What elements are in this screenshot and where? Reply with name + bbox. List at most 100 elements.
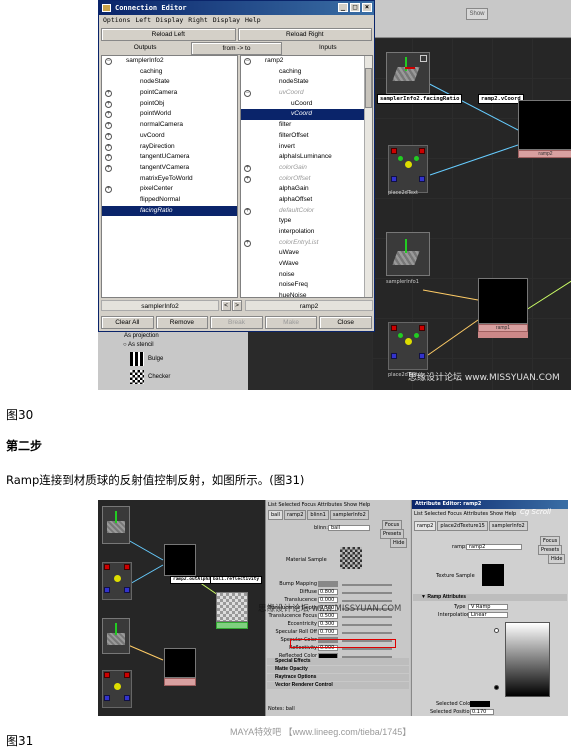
right-item[interactable]: alphaGain (241, 184, 372, 195)
tab-samplerinfo2[interactable]: samplerInfo2 (329, 510, 369, 520)
collapsible-section[interactable]: Vector Renderer Control (267, 682, 409, 689)
interpolation-dropdown[interactable]: Linear (468, 612, 508, 618)
menu-right-display[interactable]: Right Display (188, 16, 240, 24)
attribute-slider[interactable] (342, 632, 392, 634)
collapse-icon[interactable]: − (244, 58, 251, 65)
collapsible-section[interactable]: Special Effects (267, 658, 409, 665)
scroll-left-button[interactable]: < (221, 300, 231, 311)
ramp-name-field[interactable]: ramp2 (466, 544, 522, 550)
expand-icon[interactable]: + (244, 207, 251, 215)
left-item[interactable]: flippedNormal (102, 195, 237, 206)
left-item[interactable]: + pixelCenter (102, 184, 237, 195)
expand-icon[interactable]: + (244, 175, 251, 183)
clear-all-button[interactable]: Clear All (101, 316, 154, 329)
right-item[interactable]: filterOffset (241, 131, 372, 142)
expand-icon[interactable]: + (244, 164, 251, 172)
ramp-color-handle[interactable] (494, 685, 499, 690)
right-item[interactable]: alphaIsLuminance (241, 152, 372, 163)
right-item[interactable]: vWave (241, 259, 372, 270)
left-item[interactable]: + rayDirection (102, 142, 237, 153)
expand-icon[interactable]: + (244, 239, 251, 247)
attribute-slider[interactable] (342, 648, 392, 650)
left-item[interactable]: caching (102, 67, 237, 78)
collapse-icon[interactable]: − (244, 90, 251, 98)
right-item[interactable]: hueNoise (241, 291, 372, 297)
left-item[interactable]: + normalCamera (102, 120, 237, 131)
tab-ramp2[interactable]: ramp2 (284, 510, 307, 520)
scroll-right-button[interactable]: > (232, 300, 242, 311)
menu-help[interactable]: Help (245, 16, 261, 24)
expand-icon[interactable]: + (105, 154, 112, 162)
collapse-icon[interactable]: − (105, 58, 112, 65)
right-item[interactable]: interpolation (241, 227, 372, 238)
reload-right-button[interactable]: Reload Right (237, 28, 372, 41)
right-item[interactable]: uCoord (241, 99, 372, 110)
ramp-attributes-section[interactable]: ▼ Ramp Attributes (413, 594, 567, 601)
left-item[interactable]: + tangentVCamera (102, 163, 237, 174)
expand-icon[interactable]: + (105, 132, 112, 140)
right-list-scrollbar[interactable] (364, 56, 372, 297)
right-item[interactable]: noise (241, 270, 372, 281)
right-item[interactable]: + defaultColor (241, 206, 372, 217)
menu-left-display[interactable]: Left Display (135, 16, 183, 24)
connection-editor-titlebar[interactable]: Connection Editor _ □ × (99, 1, 374, 15)
right-item[interactable]: + colorEntryList (241, 238, 372, 249)
sampler-info1-node[interactable] (386, 232, 430, 276)
selected-position-field[interactable]: 0.170 (470, 709, 494, 715)
left-item[interactable]: + tangentUCamera (102, 152, 237, 163)
left-item[interactable]: nodeState (102, 77, 237, 88)
minimize-icon[interactable]: _ (338, 3, 348, 12)
ramp1-swatch[interactable] (478, 278, 528, 324)
right-item[interactable]: + colorOffset (241, 174, 372, 185)
left-item[interactable]: matrixEyeToWorld (102, 174, 237, 185)
remove-button[interactable]: Remove (155, 316, 209, 329)
left-item[interactable]: + uvCoord (102, 131, 237, 142)
tab-place2dtexture15[interactable]: place2dTexture15 (437, 521, 488, 531)
expand-icon[interactable]: + (105, 164, 112, 172)
right-item[interactable]: noiseFreq (241, 280, 372, 291)
left-item[interactable]: + pointObj (102, 99, 237, 110)
ramp-hide-button[interactable]: Hide (548, 554, 566, 564)
reload-left-button[interactable]: Reload Left (101, 28, 236, 41)
left-item[interactable]: + pointCamera (102, 88, 237, 99)
selected-color-swatch[interactable] (470, 701, 490, 707)
ramp-color-handle[interactable] (494, 628, 499, 633)
expand-icon[interactable]: + (105, 111, 112, 119)
sampler-info-node-top[interactable] (386, 52, 430, 94)
place2d-node-top[interactable] (388, 145, 428, 193)
right-item[interactable]: caching (241, 67, 372, 78)
expand-icon[interactable]: + (105, 143, 112, 151)
right-item[interactable]: alphaOffset (241, 195, 372, 206)
ramp2-swatch[interactable] (518, 100, 571, 150)
left-item[interactable]: facingRatio (102, 205, 237, 217)
direction-toggle-button[interactable]: from -> to (191, 42, 282, 55)
tab-samplerinfo2-right[interactable]: samplerInfo2 (488, 521, 528, 531)
tab-ramp2-right[interactable]: ramp2 (414, 521, 437, 531)
break-button[interactable]: Break (210, 316, 263, 329)
right-item[interactable]: − uvCoord (241, 88, 372, 99)
place2d-node-fig31-a[interactable] (102, 562, 132, 600)
right-item[interactable]: filter (241, 120, 372, 131)
tab-ball[interactable]: ball (268, 510, 284, 520)
right-item[interactable]: uWave (241, 248, 372, 259)
menu-options[interactable]: Options (103, 16, 130, 24)
place2d-node-bottom[interactable] (388, 322, 428, 370)
sampler-info-node-fig31[interactable] (102, 506, 130, 544)
right-item[interactable]: vCoord (241, 109, 372, 121)
ramp-type-dropdown[interactable]: V Ramp (468, 604, 508, 610)
close-button[interactable]: Close (319, 316, 372, 329)
sampler-info-node-fig31-b[interactable] (102, 618, 130, 654)
collapsible-section[interactable]: Raytrace Options (267, 674, 409, 681)
attribute-value-field[interactable]: 0.800 (318, 589, 338, 595)
maximize-icon[interactable]: □ (350, 3, 360, 12)
attribute-value-field[interactable] (318, 581, 338, 587)
right-item[interactable]: nodeState (241, 77, 372, 88)
right-item[interactable]: − ramp2 (241, 56, 372, 67)
attribute-slider[interactable] (342, 616, 392, 618)
right-item[interactable]: + colorGain (241, 163, 372, 174)
close-icon[interactable]: × (362, 3, 372, 12)
collapsible-section[interactable]: Matte Opacity (267, 666, 409, 673)
tab-blinn1[interactable]: blinn1 (307, 510, 329, 520)
blinn-name-field[interactable]: ball (328, 525, 370, 531)
ball-shader-swatch[interactable] (216, 592, 248, 622)
